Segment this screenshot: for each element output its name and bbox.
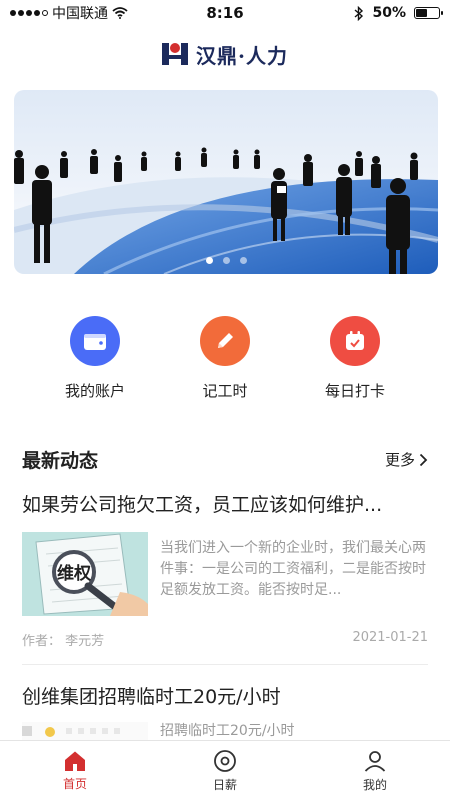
- battery-icon: [414, 7, 443, 19]
- section-title: 最新动态: [22, 450, 99, 472]
- wifi-icon: [112, 7, 128, 19]
- bottom-tab-bar: 首页 日薪 我的: [0, 740, 450, 800]
- chevron-right-icon: [419, 453, 428, 466]
- status-bar: 中国联通 8:16 50%: [0, 0, 450, 26]
- bluetooth-icon: [355, 5, 364, 21]
- wallet-icon: [70, 316, 120, 366]
- my-account-label: 我的账户: [64, 382, 125, 400]
- brand-logo-icon: [162, 43, 189, 65]
- news-item-thumbnail[interactable]: [22, 722, 148, 740]
- carousel-dot[interactable]: [205, 257, 213, 264]
- carousel-dot[interactable]: [239, 257, 247, 264]
- brand-name: 汉鼎·人力: [196, 43, 288, 68]
- news-item-meta: 作者： 李元芳 2021-01-21: [22, 630, 428, 649]
- magnifier-document-image: 维权: [22, 532, 148, 616]
- carousel-dot[interactable]: [222, 257, 230, 264]
- news-item-summary: 当我们进入一个新的企业时，我们最关心两件事：一是公司的工资福利，二是能否按时足额…: [160, 540, 426, 598]
- quick-actions: 我的账户 记工时 每日打卡: [0, 316, 450, 401]
- banner-image: [14, 90, 438, 274]
- pencil-icon: [200, 316, 250, 366]
- log-hours-button[interactable]: 记工时: [170, 316, 280, 401]
- news-item-author: 作者： 李元芳: [22, 634, 105, 649]
- status-left: 中国联通: [10, 3, 128, 23]
- tab-daily-pay-label: 日薪: [212, 777, 237, 792]
- news-divider: [22, 664, 428, 665]
- news-item-title[interactable]: 创维集团招聘临时工20元/小时: [22, 682, 432, 709]
- news-item-date: 2021-01-21: [352, 630, 428, 645]
- svg-text:维权: 维权: [57, 563, 92, 584]
- daily-checkin-button[interactable]: 每日打卡: [300, 316, 410, 401]
- signal-icon: [10, 10, 48, 16]
- news-item-title[interactable]: 如果劳公司拖欠工资，员工应该如何维护...: [22, 490, 432, 517]
- more-link[interactable]: 更多: [385, 449, 428, 470]
- news-thumbnail-image: [22, 722, 148, 740]
- coin-icon: [214, 749, 236, 772]
- news-item-summary: 招聘临时工20元/小时: [160, 723, 295, 739]
- more-label: 更多: [384, 451, 415, 469]
- carousel-indicator[interactable]: [14, 257, 438, 264]
- user-icon: [364, 750, 386, 772]
- tab-mine-label: 我的: [362, 777, 387, 792]
- news-section-header: 最新动态 更多: [22, 446, 428, 473]
- daily-checkin-label: 每日打卡: [324, 382, 385, 400]
- battery-percent: 50%: [372, 5, 406, 21]
- tab-mine[interactable]: 我的: [300, 741, 450, 800]
- carrier: 中国联通: [52, 6, 108, 22]
- tab-home[interactable]: 首页: [0, 741, 150, 800]
- battery-fill: [416, 9, 427, 17]
- home-icon: [65, 751, 85, 771]
- log-hours-label: 记工时: [202, 382, 248, 400]
- banner-carousel[interactable]: [14, 90, 438, 274]
- status-right: 50%: [354, 5, 443, 21]
- my-account-button[interactable]: 我的账户: [40, 316, 150, 401]
- news-item-thumbnail[interactable]: 维权: [22, 532, 148, 616]
- tab-daily-pay[interactable]: 日薪: [150, 741, 300, 800]
- calendar-icon: [330, 316, 380, 366]
- app-header: 汉鼎·人力: [0, 34, 450, 74]
- tab-home-label: 首页: [62, 776, 87, 791]
